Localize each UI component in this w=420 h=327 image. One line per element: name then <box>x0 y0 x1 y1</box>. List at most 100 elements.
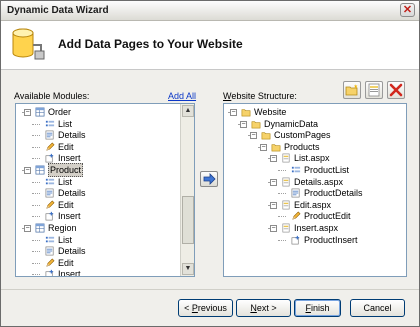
wizard-window: Dynamic Data Wizard ✕ Add Data Pages to … <box>0 0 420 327</box>
new-folder-button[interactable] <box>343 81 361 99</box>
tree-connector <box>278 239 286 241</box>
wizard-header: Add Data Pages to Your Website <box>1 21 419 70</box>
tree-connector <box>32 123 40 125</box>
title-bar: Dynamic Data Wizard ✕ <box>1 1 419 21</box>
module-item-label: Details <box>58 246 86 257</box>
tree-connector <box>32 158 40 160</box>
module-tree-item[interactable]: Details <box>32 187 181 199</box>
delete-icon <box>389 83 403 97</box>
collapse-toggle[interactable]: − <box>260 143 267 151</box>
delete-button[interactable] <box>387 81 405 99</box>
structure-tree-item[interactable]: − Insert.aspx <box>268 222 406 234</box>
add-all-link[interactable]: Add All <box>168 91 196 101</box>
collapse-toggle[interactable]: − <box>270 178 277 186</box>
structure-tree-item[interactable]: ProductList <box>278 164 406 176</box>
tree-connector <box>278 193 286 195</box>
module-item-label: Order <box>48 107 72 117</box>
previous-button[interactable]: < Previous <box>178 299 233 317</box>
tree-connector <box>32 193 40 195</box>
collapse-toggle[interactable]: − <box>24 109 31 116</box>
page-icon <box>281 223 291 233</box>
details-icon <box>45 130 55 140</box>
collapse-toggle[interactable]: − <box>230 109 237 116</box>
page-icon <box>281 177 291 187</box>
module-tree-item[interactable]: Edit <box>32 199 181 211</box>
tree-connector <box>32 135 40 137</box>
tree-connector <box>32 251 40 253</box>
structure-item-label: ProductInsert <box>304 234 358 245</box>
tree-connector <box>32 274 40 276</box>
collapse-toggle[interactable]: − <box>250 132 257 140</box>
structure-item-label: Details.aspx <box>294 176 344 187</box>
tree-connector <box>32 181 40 183</box>
structure-tree-item[interactable]: − CustomPages <box>248 129 406 141</box>
structure-item-label: Insert.aspx <box>294 223 339 233</box>
database-icon <box>12 28 45 60</box>
list-icon <box>45 119 55 129</box>
module-tree-item[interactable]: Insert <box>32 268 181 277</box>
module-tree-item[interactable]: − Product <box>22 163 181 177</box>
details-icon <box>45 246 55 256</box>
add-to-structure-button[interactable] <box>200 171 218 187</box>
new-folder-icon <box>345 84 358 96</box>
structure-tree-item[interactable]: − DynamicData <box>238 118 406 130</box>
structure-tree-item[interactable]: − Edit.aspx <box>268 199 406 211</box>
structure-tree-item[interactable]: ProductEdit <box>278 210 406 222</box>
website-structure-label: Website Structure: <box>223 91 297 101</box>
structure-item-label: ProductDetails <box>304 188 363 199</box>
pencil-icon <box>45 258 55 268</box>
module-tree-item[interactable]: − Order <box>22 106 181 118</box>
folder-icon <box>271 142 281 152</box>
finish-label: inish <box>310 303 330 313</box>
folder-icon <box>251 119 261 129</box>
scroll-down-button[interactable]: ▼ <box>182 263 194 275</box>
collapse-toggle[interactable]: − <box>24 225 31 232</box>
close-button[interactable]: ✕ <box>400 3 415 17</box>
module-tree-item[interactable]: Details <box>32 129 181 141</box>
module-tree-item[interactable]: − Region <box>22 222 181 234</box>
collapse-toggle[interactable]: − <box>240 120 247 128</box>
scroll-up-button[interactable]: ▲ <box>182 105 194 117</box>
module-item-label: List <box>58 118 73 129</box>
insert-icon <box>291 235 301 245</box>
collapse-toggle[interactable]: − <box>270 201 277 209</box>
cancel-button[interactable]: Cancel <box>350 299 405 317</box>
module-tree-item[interactable]: Edit <box>32 257 181 269</box>
new-page-button[interactable] <box>365 81 383 99</box>
module-item-label: List <box>58 234 73 245</box>
pencil-icon <box>291 211 301 221</box>
module-tree-item[interactable]: Edit <box>32 141 181 153</box>
module-tree-item[interactable]: List <box>32 176 181 188</box>
next-button[interactable]: Next > <box>236 299 291 317</box>
module-tree-item[interactable]: Details <box>32 245 181 257</box>
structure-item-label: ProductEdit <box>304 211 351 222</box>
next-label: ext > <box>256 303 277 313</box>
collapse-toggle[interactable]: − <box>270 225 277 232</box>
structure-item-label: CustomPages <box>274 130 331 141</box>
structure-tree-item[interactable]: − Website <box>228 106 406 118</box>
module-tree-item[interactable]: List <box>32 118 181 130</box>
structure-tree-item[interactable]: ProductDetails <box>278 187 406 199</box>
list-icon <box>45 235 55 245</box>
module-item-label: Insert <box>58 211 81 222</box>
collapse-toggle[interactable]: − <box>24 167 31 174</box>
page-icon <box>281 153 291 163</box>
website-structure-tree[interactable]: − Website − DynamicData − CustomPages − Product… <box>223 103 407 277</box>
module-tree-item[interactable]: List <box>32 234 181 246</box>
pencil-icon <box>45 200 55 210</box>
structure-tree-item[interactable]: ProductInsert <box>278 234 406 246</box>
structure-item-label: List.aspx <box>294 153 330 164</box>
modules-scrollbar[interactable]: ▲ ▼ <box>180 104 194 276</box>
module-tree-item[interactable]: Insert <box>32 210 181 222</box>
module-item-label: Edit <box>58 257 74 268</box>
structure-tree-item[interactable]: − Products <box>258 141 406 153</box>
insert-icon <box>45 153 55 163</box>
structure-tree-item[interactable]: − List.aspx <box>268 152 406 164</box>
available-modules-tree[interactable]: − Order List Details Edit Insert − Product List D… <box>15 103 195 277</box>
collapse-toggle[interactable]: − <box>270 155 277 163</box>
module-item-label: Insert <box>58 269 81 277</box>
folder-icon <box>241 107 251 117</box>
scroll-thumb[interactable] <box>182 196 194 244</box>
finish-button[interactable]: Finish <box>294 299 341 317</box>
structure-tree-item[interactable]: − Details.aspx <box>268 176 406 188</box>
